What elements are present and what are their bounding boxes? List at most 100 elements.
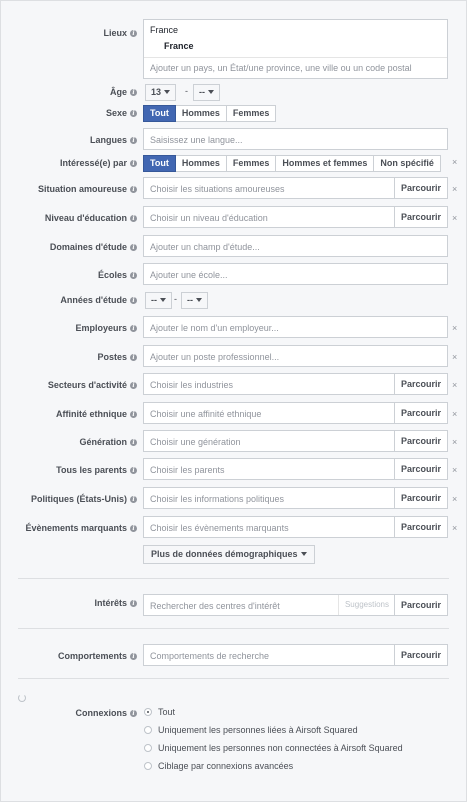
- education-input[interactable]: Choisir un niveau d'éducation Parcourir: [143, 206, 448, 228]
- generation-input[interactable]: Choisir une génération Parcourir: [143, 430, 448, 452]
- remove-icon[interactable]: ×: [452, 323, 457, 333]
- school-input[interactable]: Ajouter une école...: [143, 263, 448, 285]
- ethnic-affinity-input[interactable]: Choisir une affinité ethnique Parcourir: [143, 402, 448, 424]
- info-icon[interactable]: i: [130, 710, 137, 717]
- browse-button[interactable]: Parcourir: [393, 207, 447, 227]
- remove-icon[interactable]: ×: [452, 465, 457, 475]
- relationship-input[interactable]: Choisir les situations amoureuses Parcour…: [143, 177, 448, 199]
- placeholder: Choisir un niveau d'éducation: [150, 213, 268, 223]
- info-icon[interactable]: i: [130, 653, 137, 660]
- divider: [18, 678, 449, 679]
- remove-icon[interactable]: ×: [452, 494, 457, 504]
- age-max-value: --: [199, 87, 205, 97]
- label-generation: Génération i: [79, 437, 137, 447]
- remove-icon[interactable]: ×: [452, 213, 457, 223]
- browse-button[interactable]: Parcourir: [393, 403, 447, 423]
- remove-icon[interactable]: ×: [452, 437, 457, 447]
- info-icon[interactable]: i: [130, 30, 137, 37]
- label-text: Niveau d'éducation: [44, 213, 127, 223]
- country-header: France: [150, 25, 179, 35]
- info-icon[interactable]: i: [130, 297, 137, 304]
- gender-men-button[interactable]: Hommes: [175, 105, 227, 122]
- label-text: Langues: [89, 135, 127, 145]
- info-icon[interactable]: i: [130, 439, 137, 446]
- study-years-from-dropdown[interactable]: --: [145, 292, 172, 309]
- info-icon[interactable]: i: [130, 496, 137, 503]
- label-text: Postes: [97, 352, 127, 362]
- info-icon[interactable]: i: [130, 411, 137, 418]
- job-title-input[interactable]: Ajouter un poste professionnel...: [143, 345, 448, 367]
- info-icon[interactable]: i: [130, 137, 137, 144]
- radio-selected-icon[interactable]: [144, 708, 152, 716]
- interested-both-button[interactable]: Hommes et femmes: [276, 155, 375, 172]
- placeholder: Rechercher des centres d'intérêt: [150, 601, 280, 611]
- remove-icon[interactable]: ×: [452, 157, 457, 167]
- gender-all-button[interactable]: Tout: [143, 105, 176, 122]
- connection-option-not-connected[interactable]: Uniquement les personnes non connectées …: [144, 743, 403, 753]
- info-icon[interactable]: i: [130, 600, 137, 607]
- behaviors-input[interactable]: Comportements de recherche Parcourir: [143, 644, 448, 666]
- radio-icon[interactable]: [144, 726, 152, 734]
- info-icon[interactable]: i: [130, 525, 137, 532]
- info-icon[interactable]: i: [130, 272, 137, 279]
- connection-option-all[interactable]: Tout: [144, 707, 175, 717]
- more-demographics-button[interactable]: Plus de données démographiques: [143, 545, 315, 564]
- remove-icon[interactable]: ×: [452, 409, 457, 419]
- gender-women-button[interactable]: Femmes: [226, 105, 277, 122]
- suggestions-button[interactable]: Suggestions: [337, 595, 395, 615]
- info-icon[interactable]: i: [130, 160, 137, 167]
- interests-input[interactable]: Rechercher des centres d'intérêt Suggesti…: [143, 594, 448, 616]
- browse-button[interactable]: Parcourir: [393, 645, 447, 665]
- info-icon[interactable]: i: [130, 244, 137, 251]
- info-icon[interactable]: i: [130, 354, 137, 361]
- remove-icon[interactable]: ×: [452, 352, 457, 362]
- info-icon[interactable]: i: [130, 110, 137, 117]
- info-icon[interactable]: i: [130, 89, 137, 96]
- label-lieux: Lieux i: [103, 28, 137, 38]
- remove-icon[interactable]: ×: [452, 523, 457, 533]
- label-connexions: Connexions i: [75, 708, 137, 718]
- info-icon[interactable]: i: [130, 215, 137, 222]
- info-icon[interactable]: i: [130, 467, 137, 474]
- selected-location[interactable]: France: [164, 41, 194, 51]
- radio-icon[interactable]: [144, 744, 152, 752]
- info-icon[interactable]: i: [130, 186, 137, 193]
- interested-women-button[interactable]: Femmes: [226, 155, 277, 172]
- remove-icon[interactable]: ×: [452, 380, 457, 390]
- label-text: Affinité ethnique: [56, 409, 127, 419]
- browse-button[interactable]: Parcourir: [393, 517, 447, 537]
- info-icon[interactable]: i: [130, 382, 137, 389]
- browse-button[interactable]: Parcourir: [393, 488, 447, 508]
- industries-input[interactable]: Choisir les industries Parcourir: [143, 373, 448, 395]
- age-min-dropdown[interactable]: 13: [145, 84, 177, 101]
- language-input[interactable]: Saisissez une langue...: [143, 128, 448, 150]
- life-events-input[interactable]: Choisir les évènements marquants Parcouri…: [143, 516, 448, 538]
- browse-button[interactable]: Parcourir: [393, 374, 447, 394]
- interested-unspecified-button[interactable]: Non spécifié: [374, 155, 441, 172]
- parents-input[interactable]: Choisir les parents Parcourir: [143, 458, 448, 480]
- browse-button[interactable]: Parcourir: [393, 431, 447, 451]
- age-dash: -: [185, 86, 188, 96]
- info-icon[interactable]: i: [130, 325, 137, 332]
- connection-option-connected[interactable]: Uniquement les personnes liées à Airsoft…: [144, 725, 358, 735]
- age-max-dropdown[interactable]: --: [193, 84, 220, 101]
- label-text: Sexe: [105, 108, 127, 118]
- interested-men-button[interactable]: Hommes: [175, 155, 227, 172]
- location-input[interactable]: Ajouter un pays, un État/une province, u…: [150, 63, 412, 73]
- employer-input[interactable]: Ajouter le nom d'un employeur...: [143, 316, 448, 338]
- remove-icon[interactable]: ×: [452, 184, 457, 194]
- browse-button[interactable]: Parcourir: [393, 459, 447, 479]
- interested-all-button[interactable]: Tout: [143, 155, 176, 172]
- connection-option-advanced[interactable]: Ciblage par connexions avancées: [144, 761, 293, 771]
- browse-button[interactable]: Parcourir: [393, 595, 447, 615]
- study-years-to-dropdown[interactable]: --: [181, 292, 208, 309]
- from-value: --: [151, 295, 157, 305]
- option-label: Tout: [158, 707, 176, 717]
- label-sexe: Sexe i: [106, 108, 137, 118]
- politics-input[interactable]: Choisir les informations politiques Parco…: [143, 487, 448, 509]
- field-of-study-input[interactable]: Ajouter un champ d'étude...: [143, 235, 448, 257]
- label-text: Connexions: [75, 708, 127, 718]
- radio-icon[interactable]: [144, 762, 152, 770]
- browse-button[interactable]: Parcourir: [393, 178, 447, 198]
- placeholder: Choisir les situations amoureuses: [150, 184, 285, 194]
